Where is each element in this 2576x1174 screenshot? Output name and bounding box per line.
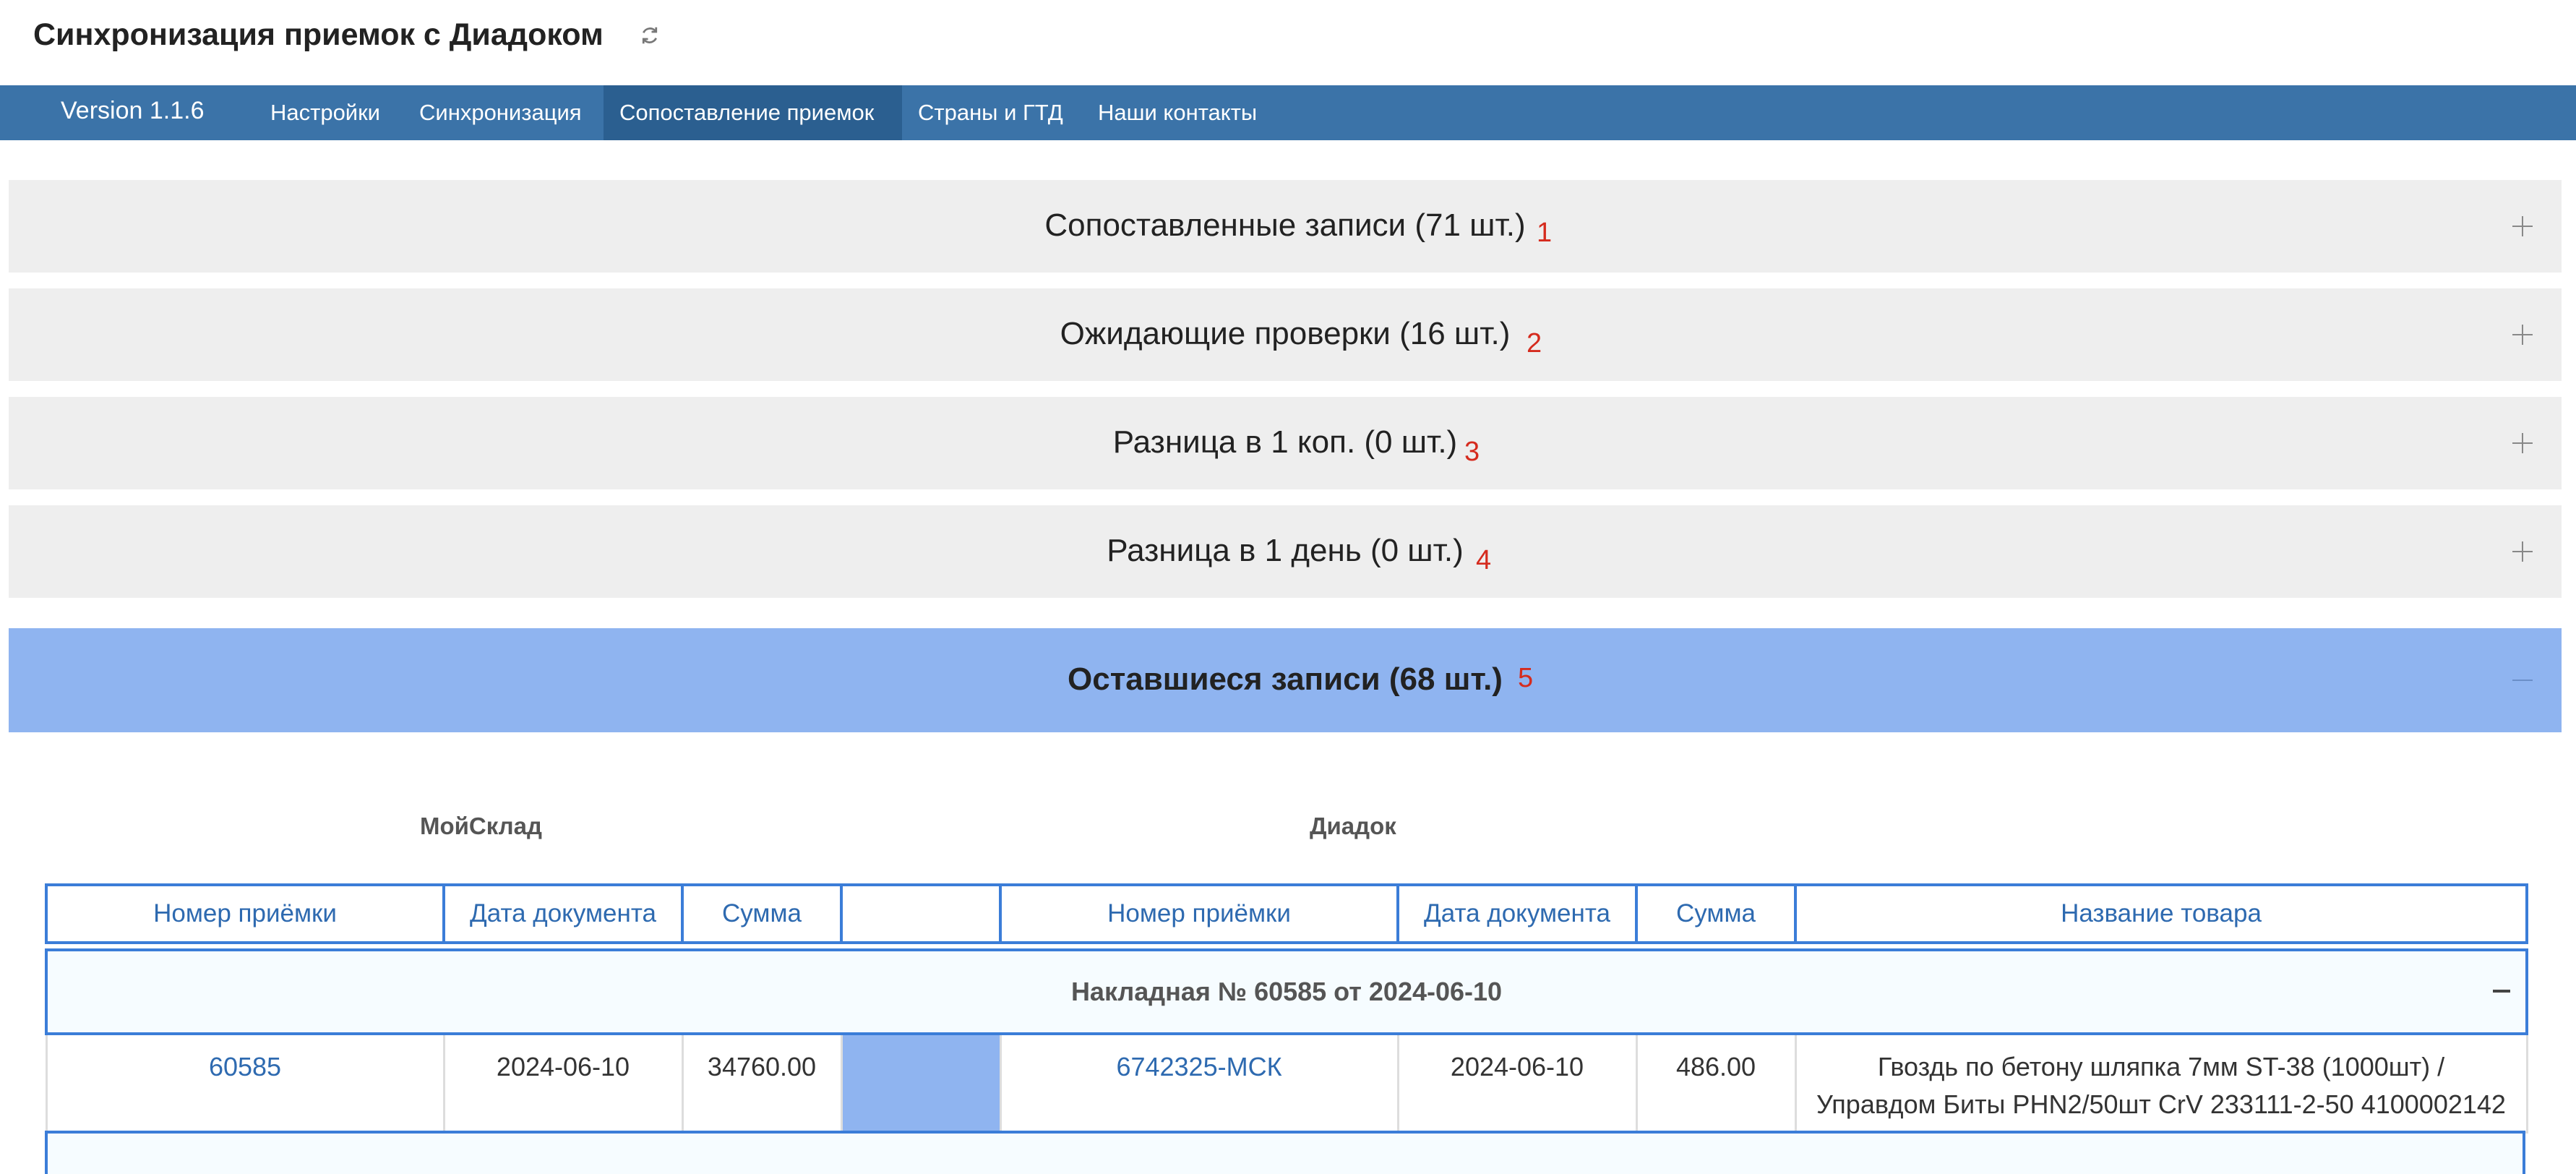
column-header[interactable]: Номер приёмки (999, 883, 1399, 944)
accordion-title: Разница в 1 день (0 шт.) (1107, 533, 1464, 568)
annotation-number: 3 (1464, 437, 1480, 467)
accordion-title: Оставшиеся записи (68 шт.) (1068, 661, 1503, 697)
column-header[interactable]: Дата документа (1396, 883, 1638, 944)
plus-icon[interactable] (2511, 432, 2534, 455)
minus-icon[interactable] (2511, 669, 2534, 692)
moysklad-sum: 34760.00 (681, 1032, 843, 1134)
column-header (840, 883, 1002, 944)
accordion-title: Ожидающие проверки (16 шт.) (1060, 316, 1511, 351)
top-navbar: Version 1.1.6 Настройки Синхронизация Со… (0, 85, 2576, 140)
annotation-number: 5 (1518, 663, 1534, 693)
product-name-line: Управдом Биты PHN2/50шт CrV 233111-2-50 … (1816, 1089, 2506, 1119)
annotation-number: 2 (1527, 328, 1542, 359)
plus-icon[interactable] (2511, 540, 2534, 563)
nav-item-matching[interactable]: Сопоставление приемок (604, 85, 902, 140)
nav-item-contacts[interactable]: Наши контакты (1082, 85, 1273, 140)
app-header: Синхронизация приемок с Диадоком (0, 0, 2576, 85)
column-header[interactable]: Номер приёмки (45, 883, 445, 944)
nav-item-countries-gtd[interactable]: Страны и ГТД (902, 85, 1079, 140)
match-indicator-cell (840, 1032, 1002, 1134)
moysklad-date: 2024-06-10 (442, 1032, 684, 1134)
annotation-number: 4 (1476, 545, 1492, 575)
accordion-remaining[interactable]: Оставшиеся записи (68 шт.) 5 (9, 628, 2562, 732)
moysklad-receipt-link[interactable]: 60585 (209, 1052, 281, 1081)
column-header[interactable]: Название товара (1794, 883, 2528, 944)
page-title: Синхронизация приемок с Диадоком (33, 17, 604, 52)
group-label-diadoc: Диадок (1310, 813, 1396, 839)
invoice-group-title: Накладная № 60585 от 2024-06-10 (1070, 977, 1503, 1006)
nav-item-sync[interactable]: Синхронизация (403, 85, 598, 140)
version-label: Version 1.1.6 (61, 97, 205, 124)
plus-icon[interactable] (2511, 323, 2534, 346)
records-table: Номер приёмки Дата документа Сумма Номер… (45, 883, 2528, 1134)
product-name-line: Гвоздь по бетону шляпка 7мм ST-38 (1000ш… (1877, 1052, 2445, 1081)
table-header-row: Номер приёмки Дата документа Сумма Номер… (45, 883, 2528, 944)
diadoc-sum: 486.00 (1635, 1032, 1797, 1134)
invoice-group-row[interactable]: Накладная № 60585 от 2024-06-10 (45, 948, 2528, 1035)
product-name-cell: Гвоздь по бетону шляпка 7мм ST-38 (1000ш… (1794, 1032, 2528, 1134)
annotation-number: 1 (1537, 218, 1553, 248)
refresh-icon[interactable] (639, 25, 661, 46)
column-header[interactable]: Сумма (1635, 883, 1797, 944)
accordion-title: Разница в 1 коп. (0 шт.) (1112, 424, 1458, 460)
accordion-diff-kopeck[interactable]: Разница в 1 коп. (0 шт.) 3 (9, 397, 2562, 489)
accordion-matched[interactable]: Сопоставленные записи (71 шт.) 1 (9, 180, 2562, 273)
column-header[interactable]: Дата документа (442, 883, 684, 944)
nav-item-settings[interactable]: Настройки (254, 85, 396, 140)
column-header[interactable]: Сумма (681, 883, 843, 944)
next-invoice-group-row[interactable] (45, 1131, 2525, 1174)
accordion-title: Сопоставленные записи (71 шт.) (1044, 207, 1526, 243)
plus-icon[interactable] (2511, 215, 2534, 238)
accordion-diff-day[interactable]: Разница в 1 день (0 шт.) 4 (9, 505, 2562, 598)
accordion-pending[interactable]: Ожидающие проверки (16 шт.) 2 (9, 288, 2562, 381)
group-label-moysklad: МойСклад (420, 813, 542, 839)
table-row: 60585 2024-06-10 34760.00 6742325-МСК 20… (45, 1032, 2528, 1134)
minus-icon[interactable] (2491, 980, 2512, 1002)
diadoc-date: 2024-06-10 (1396, 1032, 1638, 1134)
diadoc-receipt-link[interactable]: 6742325-МСК (1116, 1052, 1281, 1081)
